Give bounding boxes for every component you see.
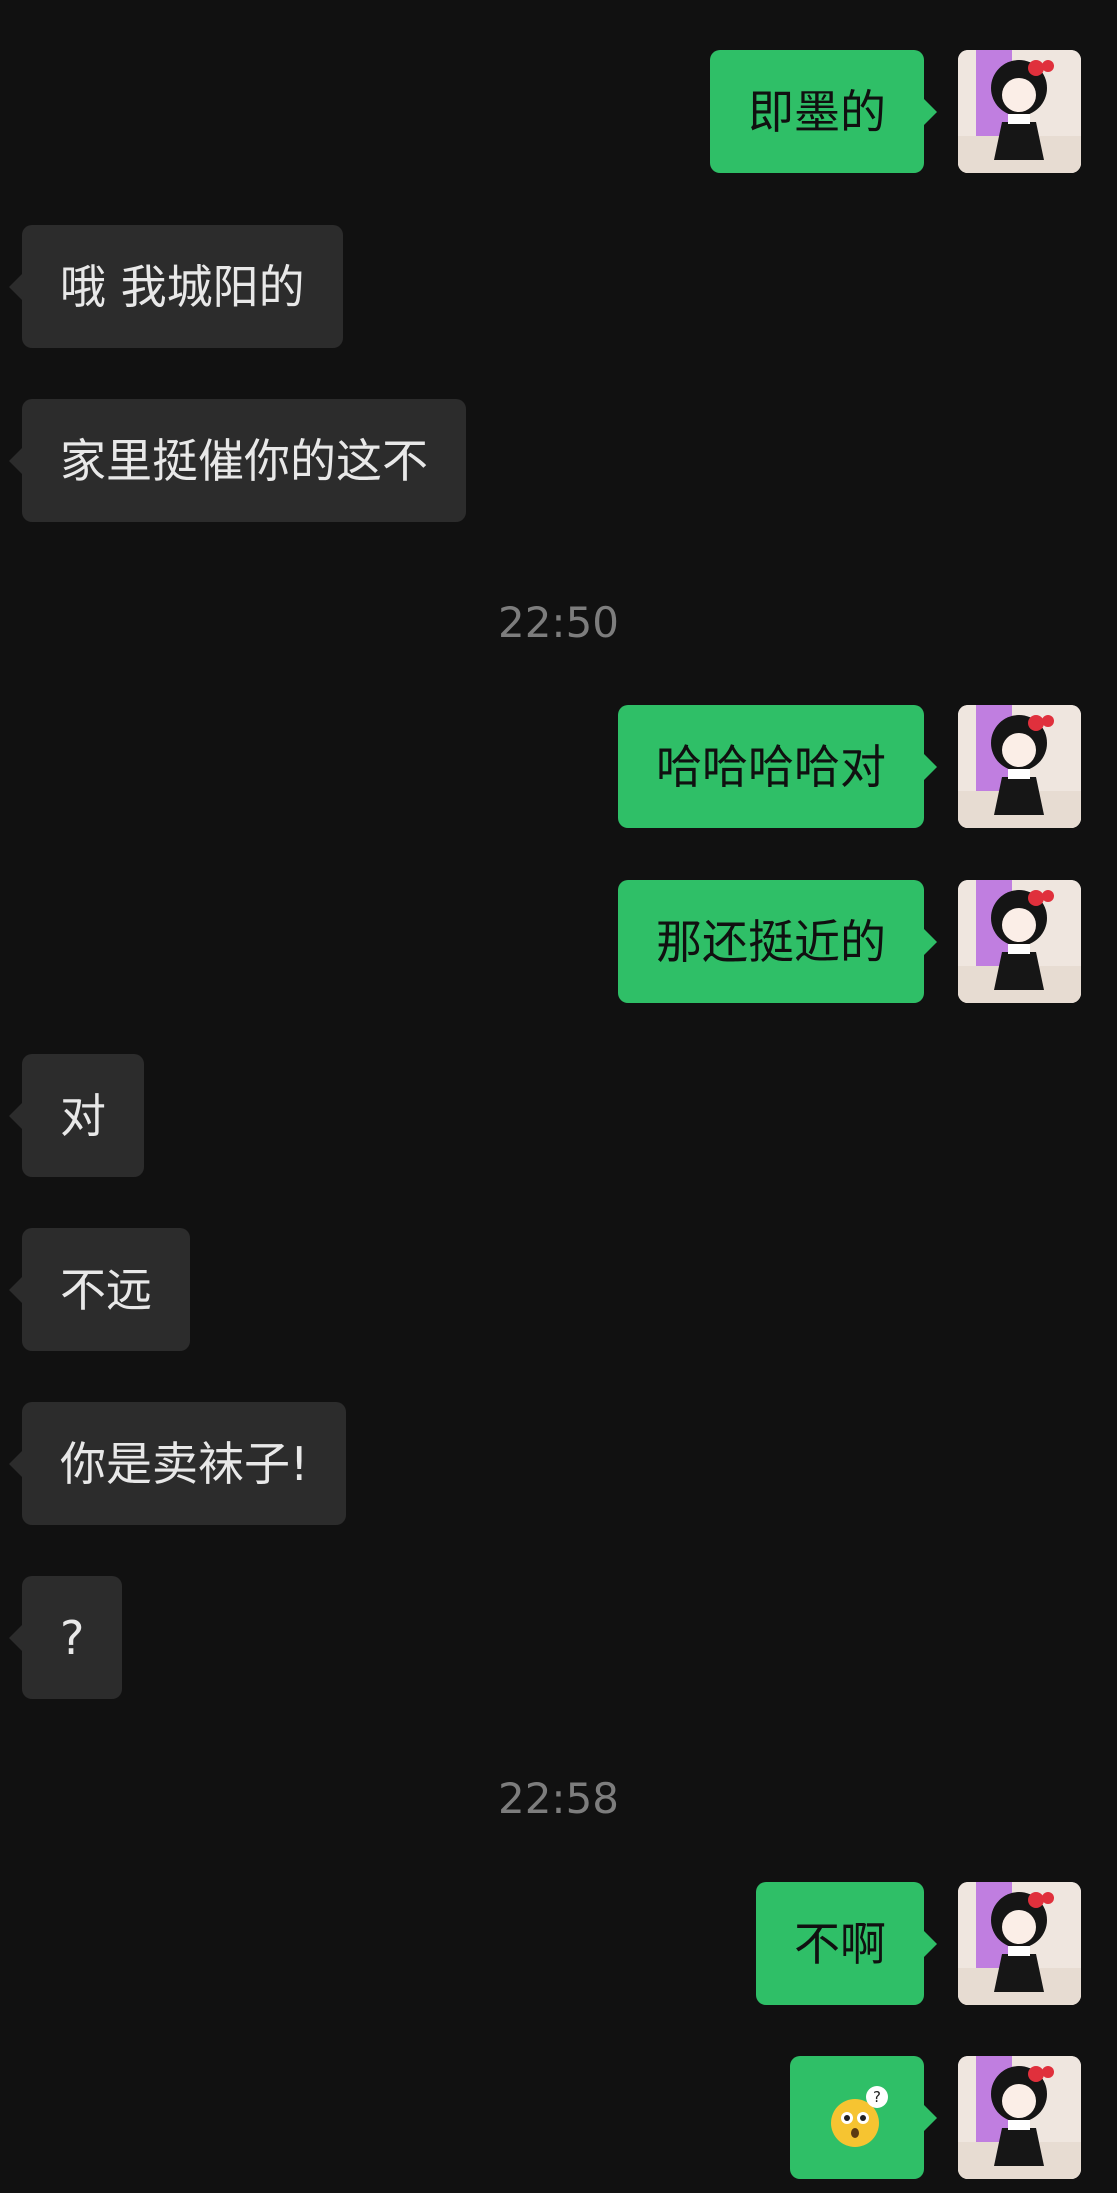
bubble-tail (924, 2104, 937, 2131)
message-row: 那还挺近的 (0, 880, 1117, 1003)
avatar[interactable] (958, 705, 1081, 828)
avatar[interactable] (958, 1882, 1081, 2005)
message-text: 对 (60, 1088, 106, 1143)
message-bubble-incoming[interactable]: ? (9, 1576, 123, 1699)
avatar[interactable] (958, 50, 1081, 173)
message-row: 对 (0, 1054, 1117, 1177)
message-row: 不啊 (0, 1882, 1117, 2005)
bubble-tail (924, 1930, 937, 1957)
avatar[interactable] (958, 880, 1081, 1003)
avatar[interactable] (958, 2056, 1081, 2179)
timestamp: 22:58 (497, 1774, 620, 1823)
message-row: 哦 我城阳的 (0, 225, 1117, 348)
message-bubble-outgoing[interactable]: 那还挺近的 (618, 880, 937, 1003)
message-bubble-incoming[interactable]: 家里挺催你的这不 (9, 399, 466, 522)
message-bubble-incoming[interactable]: 你是卖袜子! (9, 1402, 347, 1525)
bubble-tail (9, 1276, 22, 1303)
message-bubble-incoming[interactable]: 哦 我城阳的 (9, 225, 343, 348)
message-text: 不远 (60, 1262, 152, 1317)
svg-text:?: ? (873, 2088, 881, 2106)
bubble-tail (9, 1450, 22, 1477)
message-row: 即墨的 (0, 50, 1117, 173)
message-bubble-outgoing[interactable]: 哈哈哈哈对 (618, 705, 937, 828)
message-text: 哦 我城阳的 (60, 259, 305, 314)
bubble-tail (9, 1624, 22, 1651)
message-text: 你是卖袜子! (60, 1436, 309, 1491)
message-row: 哈哈哈哈对 (0, 705, 1117, 828)
bubble-tail (924, 928, 937, 955)
bubble-tail (9, 273, 22, 300)
timestamp: 22:50 (497, 598, 620, 647)
message-bubble-outgoing[interactable]: ? (790, 2056, 937, 2179)
avatar-image (958, 1882, 1081, 2005)
avatar-image (958, 50, 1081, 173)
message-text: 即墨的 (748, 84, 886, 139)
message-row: 家里挺催你的这不 (0, 399, 1117, 522)
message-row: 你是卖袜子! (0, 1402, 1117, 1525)
message-bubble-outgoing[interactable]: 即墨的 (710, 50, 937, 173)
avatar-image (958, 2056, 1081, 2179)
bubble-tail (9, 1102, 22, 1129)
message-text: 哈哈哈哈对 (656, 739, 886, 794)
message-bubble-incoming[interactable]: 不远 (9, 1228, 190, 1351)
message-bubble-incoming[interactable]: 对 (9, 1054, 144, 1177)
bubble-tail (9, 447, 22, 474)
bubble-tail (924, 753, 937, 780)
bubble-tail (924, 98, 937, 125)
message-row: ? (0, 2056, 1117, 2179)
avatar-image (958, 705, 1081, 828)
message-text: 那还挺近的 (656, 914, 886, 969)
message-row: ? (0, 1576, 1117, 1699)
confused-face-icon: ? (831, 2085, 888, 2147)
chat-thread: 即墨的 哦 我城阳的 家里挺催你的这不 22:50 哈哈哈哈对 那还挺近的 对 … (0, 0, 1117, 2193)
message-text: 不啊 (794, 1916, 886, 1971)
message-text: 家里挺催你的这不 (60, 433, 428, 488)
message-row: 不远 (0, 1228, 1117, 1351)
avatar-image (958, 880, 1081, 1003)
message-bubble-outgoing[interactable]: 不啊 (756, 1882, 937, 2005)
message-text: ? (60, 1610, 85, 1665)
